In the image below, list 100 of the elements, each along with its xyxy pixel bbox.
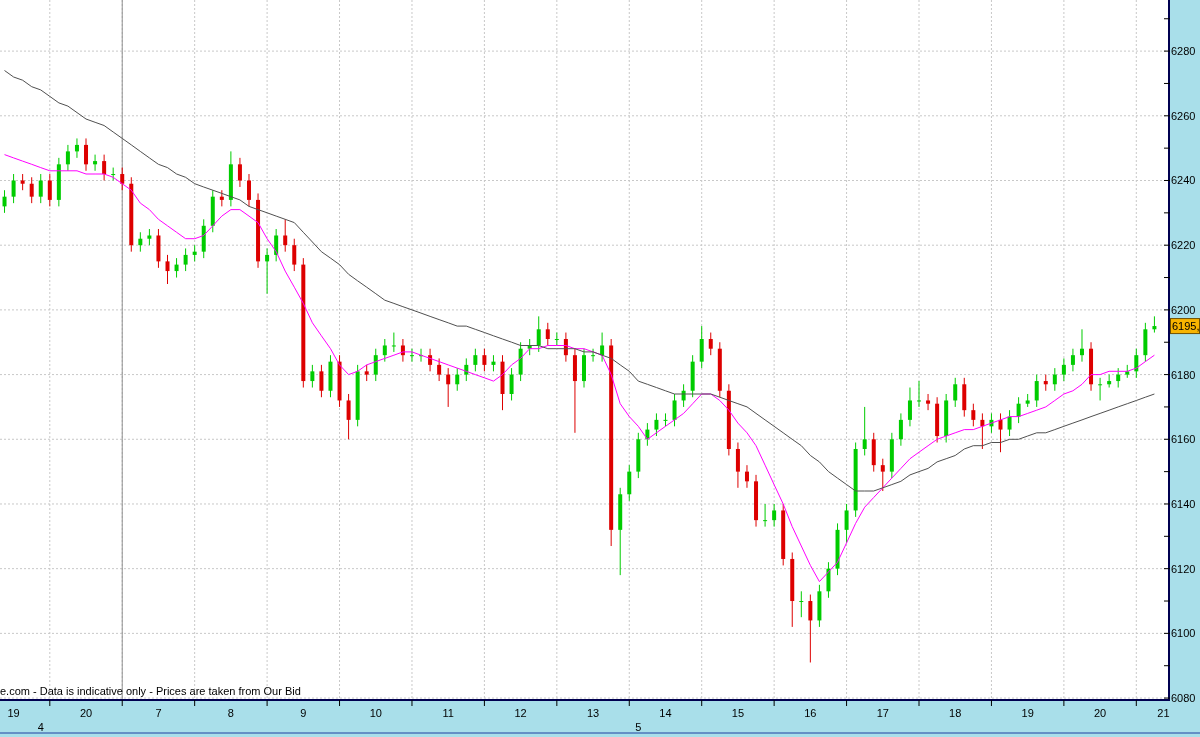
candlestick [337, 354, 342, 408]
candlestick [1152, 315, 1157, 334]
candlestick [228, 150, 233, 207]
candlestick [1061, 357, 1066, 382]
candlestick [201, 218, 206, 259]
candlestick [681, 383, 686, 408]
x-axis-label: 14 [659, 707, 672, 719]
x-axis-label: 12 [514, 707, 527, 719]
candlestick [428, 348, 433, 372]
candlestick [237, 157, 242, 188]
candlestick [138, 231, 143, 253]
candlestick [627, 464, 632, 502]
candlestick [319, 364, 324, 398]
candlestick [926, 393, 931, 411]
y-axis-label: 6080 [1171, 692, 1196, 705]
candlestick [545, 322, 550, 346]
candlestick [880, 458, 885, 492]
x-axis-label: 8 [227, 707, 234, 719]
candlestick [754, 474, 759, 528]
candlestick [419, 348, 423, 363]
y-axis-label: 6200 [1171, 303, 1196, 316]
candlestick [980, 412, 985, 450]
candlestick [1016, 396, 1021, 424]
candlestick [364, 364, 369, 382]
candlestick [147, 228, 152, 246]
candlestick [889, 432, 894, 479]
candlestick [735, 442, 740, 489]
candlestick [989, 412, 994, 434]
candlestick [20, 173, 25, 191]
candlestick [455, 367, 460, 392]
candlestick [210, 189, 215, 233]
candlestick [1143, 322, 1148, 363]
x-axis-label: 11 [442, 707, 454, 719]
candlestick [120, 167, 125, 191]
candlestick [391, 332, 396, 353]
candlestick [247, 173, 251, 207]
y-axis-label: 6160 [1171, 433, 1196, 446]
candlestick [446, 367, 451, 408]
candlestick [772, 503, 777, 528]
candlestick [382, 338, 387, 363]
candlestick [971, 403, 976, 427]
month-label: 5 [635, 721, 642, 733]
candlestick [862, 406, 867, 456]
x-axis-label: 15 [731, 707, 745, 719]
x-axis-label: 19 [7, 707, 20, 719]
candlestick [518, 341, 523, 382]
candlestick [600, 332, 605, 363]
candlestick [654, 412, 659, 437]
candlestick [844, 503, 849, 544]
candlestick [509, 367, 514, 401]
y-axis-label: 6260 [1171, 109, 1196, 122]
candlestick [1025, 393, 1030, 408]
y-axis-label: 6220 [1171, 239, 1196, 252]
x-axis-label: 9 [300, 707, 307, 719]
candlestick [183, 247, 188, 272]
candlestick [917, 380, 921, 408]
candlestick [373, 348, 378, 382]
candlestick [111, 167, 116, 181]
candlestick [355, 364, 360, 427]
candlestick [1116, 367, 1121, 388]
candlestick [962, 377, 967, 418]
candlestick [65, 144, 70, 172]
y-axis-label: 6280 [1171, 45, 1196, 58]
x-axis-label: 16 [804, 707, 817, 719]
candlestick [1034, 374, 1039, 408]
x-axis-label: 19 [1021, 707, 1034, 719]
y-axis-label: 6100 [1171, 627, 1196, 640]
candlestick [409, 348, 414, 363]
month-label: 4 [37, 721, 44, 733]
candlestick [165, 254, 170, 285]
candlestick [283, 218, 288, 253]
candlestick [745, 464, 749, 489]
candlestick [1107, 374, 1112, 388]
candlestick [310, 364, 315, 388]
candlestick [473, 348, 478, 372]
candlestick [174, 257, 179, 279]
candlestick [1089, 341, 1094, 392]
x-axis-label: 7 [155, 707, 162, 719]
candlestick [56, 157, 61, 207]
x-axis-label: 20 [1093, 707, 1107, 719]
candlestick [491, 354, 496, 372]
candlestick [84, 137, 88, 172]
candlestick [328, 354, 333, 398]
candlestick [1007, 409, 1012, 437]
candlestick [2, 189, 7, 214]
candlestick [192, 244, 197, 262]
candlestick [102, 154, 107, 181]
candlestick [11, 173, 16, 204]
candlestick [808, 594, 813, 663]
candlestick [482, 348, 487, 372]
x-axis-label: 17 [876, 707, 889, 719]
candlestick [38, 173, 43, 204]
candlestick [871, 432, 876, 473]
candlestick [663, 412, 668, 427]
candlestick [47, 173, 52, 207]
x-axis-label: 10 [369, 707, 382, 719]
candlestick [437, 357, 442, 382]
candlestick [1043, 374, 1048, 392]
candlestick [1134, 348, 1139, 379]
candlestick [464, 357, 469, 382]
